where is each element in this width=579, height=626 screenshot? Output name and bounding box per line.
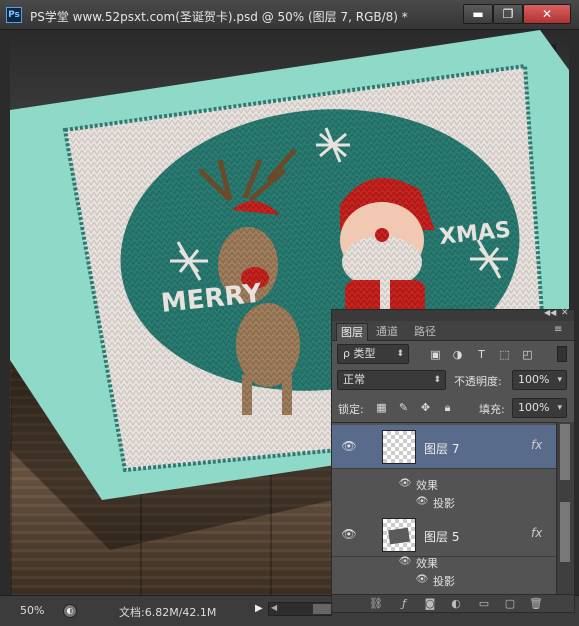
opacity-field[interactable]: 100% ▾ [512, 370, 567, 390]
type-filter-icon[interactable]: T [475, 348, 488, 361]
drop-shadow-row[interactable]: 👁︎ 投影 [332, 493, 556, 511]
scroll-thumb[interactable] [560, 424, 570, 480]
opacity-value: 100% [518, 373, 550, 386]
effects-label: 效果 [416, 557, 438, 570]
status-info-icon[interactable]: ◐ [63, 604, 77, 618]
chevron-down-icon: ⬍ [396, 349, 404, 359]
drop-shadow-label: 投影 [433, 575, 455, 588]
link-layers-icon[interactable]: ⛓︎ [368, 597, 384, 611]
effects-eye-icon[interactable]: 👁︎ [398, 556, 412, 568]
blend-row: 正常 ⬍ 不透明度: 100% ▾ [332, 370, 574, 392]
tab-channels[interactable]: 通道 [372, 323, 402, 341]
status-menu-arrow[interactable]: ▶ [255, 603, 263, 614]
fx-icon[interactable]: fx [531, 438, 542, 452]
blend-mode-select[interactable]: 正常 ⬍ [337, 370, 446, 390]
collapse-panel-icon[interactable]: ◀◀ [544, 308, 556, 317]
add-mask-icon[interactable]: ◙ [422, 597, 438, 611]
tab-paths[interactable]: 路径 [410, 323, 440, 341]
filter-kind-select[interactable]: ρ 类型 ⬍ [337, 344, 409, 364]
image-filter-icon[interactable]: ▣ [429, 348, 442, 361]
layer-row-7[interactable]: 👁︎ 图层 7 fx [332, 425, 556, 469]
drop-shadow-eye-icon[interactable]: 👁︎ [415, 496, 429, 508]
effects-row[interactable]: 👁︎ 效果 [332, 553, 556, 571]
layer-name[interactable]: 图层 5 [424, 528, 459, 545]
lock-transparent-pixels-icon[interactable]: ▦ [374, 400, 389, 415]
maximize-button[interactable]: ❐ [493, 4, 523, 24]
scroll-thumb[interactable] [560, 502, 570, 562]
chevron-down-icon: ⬍ [433, 375, 441, 385]
lock-position-icon[interactable]: ✥ [418, 400, 433, 415]
lock-row: 锁定: ▦ ✎ ✥ 🔒︎ 填充: 100% ▾ [332, 398, 574, 420]
document-title: PS学堂 www.52psxt.com(圣诞贺卡).psd @ 50% (图层 … [30, 10, 408, 24]
layer-row-5[interactable]: 👁︎ 图层 5 fx [332, 513, 556, 557]
tab-layers[interactable]: 图层 [336, 323, 368, 341]
new-adjustment-icon[interactable]: ◐ [448, 597, 464, 611]
close-button[interactable]: ✕ [523, 4, 571, 24]
drop-shadow-row[interactable]: 👁︎ 投影 [332, 571, 556, 589]
filter-kind-label: ρ 类型 [343, 347, 376, 360]
horizontal-scrollbar[interactable]: ◀ [268, 602, 332, 616]
layer-thumbnail-shape [388, 527, 410, 545]
drop-shadow-eye-icon[interactable]: 👁︎ [415, 574, 429, 586]
blend-mode-value: 正常 [343, 373, 365, 386]
layers-list: 👁︎ 图层 7 fx 👁︎ 效果 👁︎ 投影 👁︎ 图层 5 fx 👁︎ 效果 … [332, 422, 556, 594]
layer-name[interactable]: 图层 7 [424, 440, 459, 457]
panel-tabs: 图层 通道 路径 ≡ [332, 321, 574, 341]
layers-scrollbar[interactable] [556, 422, 574, 594]
add-fx-icon[interactable]: ƒ [396, 597, 412, 611]
fx-icon[interactable]: fx [531, 526, 542, 540]
visibility-eye-icon[interactable]: 👁︎ [341, 528, 357, 540]
panel-menu-icon[interactable]: ≡ [554, 324, 562, 335]
lock-image-pixels-icon[interactable]: ✎ [396, 400, 411, 415]
scroll-left-icon[interactable]: ◀ [271, 603, 277, 612]
trash-icon[interactable]: 🗑︎ [528, 597, 544, 611]
fill-label: 填充: [479, 403, 505, 416]
opacity-label: 不透明度: [454, 375, 502, 388]
minimize-button[interactable]: ▬ [463, 4, 493, 24]
lock-all-icon[interactable]: 🔒︎ [440, 400, 455, 415]
filter-toggle[interactable] [557, 346, 567, 362]
panel-footer: ⛓︎ ƒ ◙ ◐ ▭ ▢ 🗑︎ [332, 594, 574, 612]
visibility-eye-icon[interactable]: 👁︎ [341, 440, 357, 452]
new-layer-icon[interactable]: ▢ [502, 597, 518, 611]
fill-value: 100% [518, 401, 550, 414]
shape-filter-icon[interactable]: ⬚ [498, 348, 511, 361]
layer-thumbnail [382, 518, 416, 552]
layer-thumbnail [382, 430, 416, 464]
lock-label: 锁定: [338, 403, 364, 416]
adjustment-filter-icon[interactable]: ◑ [451, 348, 464, 361]
zoom-level[interactable]: 50% [20, 604, 44, 617]
effects-eye-icon[interactable]: 👁︎ [398, 478, 412, 490]
drop-shadow-label: 投影 [433, 497, 455, 510]
new-group-icon[interactable]: ▭ [476, 597, 492, 611]
document-size-info: 文档:6.82M/42.1M [119, 606, 217, 619]
chevron-down-icon: ▾ [557, 375, 562, 385]
scroll-thumb[interactable] [313, 604, 331, 614]
filter-row: ρ 类型 ⬍ ▣ ◑ T ⬚ ◰ [332, 344, 574, 366]
effects-label: 效果 [416, 479, 438, 492]
smart-object-filter-icon[interactable]: ◰ [521, 348, 534, 361]
panel-header: ◀◀ ✕ [332, 308, 574, 321]
fill-field[interactable]: 100% ▾ [512, 398, 567, 418]
effects-row[interactable]: 👁︎ 效果 [332, 475, 556, 493]
layers-panel: ◀◀ ✕ 图层 通道 路径 ≡ ρ 类型 ⬍ ▣ ◑ T ⬚ ◰ 正常 ⬍ 不透… [331, 308, 575, 613]
close-panel-icon[interactable]: ✕ [561, 308, 569, 318]
chevron-down-icon: ▾ [557, 403, 562, 413]
title-bar: Ps PS学堂 www.52psxt.com(圣诞贺卡).psd @ 50% (… [0, 0, 579, 30]
photoshop-logo-icon: Ps [6, 7, 22, 23]
